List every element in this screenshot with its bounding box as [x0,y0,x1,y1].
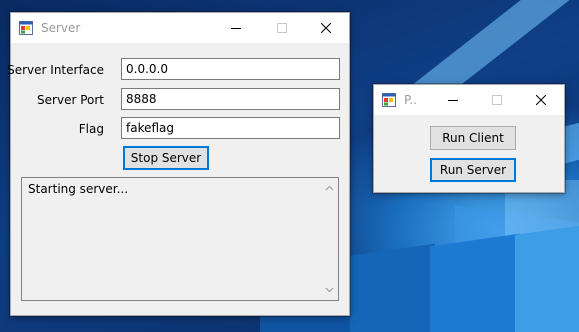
scroll-down-icon[interactable] [325,285,334,294]
launcher-title-bar[interactable]: P.. [374,85,564,115]
server-title-bar[interactable]: Server [11,13,349,43]
minimize-icon [231,28,241,29]
close-icon [321,23,331,33]
server-interface-label: Server Interface [7,63,104,77]
flag-label: Flag [78,122,104,136]
app-icon [382,93,396,107]
maximize-icon [492,95,502,105]
close-button[interactable] [303,13,349,43]
app-icon [19,21,33,35]
scroll-up-icon[interactable] [325,184,334,193]
window-title: Server [41,21,81,35]
run-client-button[interactable]: Run Client [430,126,516,150]
run-server-button[interactable]: Run Server [430,158,516,182]
server-interface-input[interactable]: 0.0.0.0 [121,58,340,80]
log-text: Starting server... [28,182,129,196]
wallpaper-window-pane [345,243,435,332]
maximize-icon [277,23,287,33]
minimize-button[interactable] [430,85,476,115]
minimize-icon [448,100,458,101]
maximize-button[interactable] [474,85,520,115]
window-title: P.. [404,93,417,107]
flag-input[interactable]: fakeflag [121,117,340,139]
launcher-window: P.. Run Client Run Server [373,84,565,193]
server-window: Server Server Interface 0.0.0.0 Server P… [7,12,350,316]
close-icon [536,95,546,105]
maximize-button[interactable] [259,13,305,43]
server-port-label: Server Port [37,93,104,107]
close-button[interactable] [518,85,564,115]
stop-server-button[interactable]: Stop Server [123,146,209,170]
server-log-textarea[interactable]: Starting server... [21,177,339,301]
minimize-button[interactable] [213,13,259,43]
server-port-input[interactable]: 8888 [121,88,340,110]
wallpaper-window-pane [515,225,579,332]
wallpaper-window-pane [430,233,520,332]
log-scrollbar[interactable] [321,178,338,300]
